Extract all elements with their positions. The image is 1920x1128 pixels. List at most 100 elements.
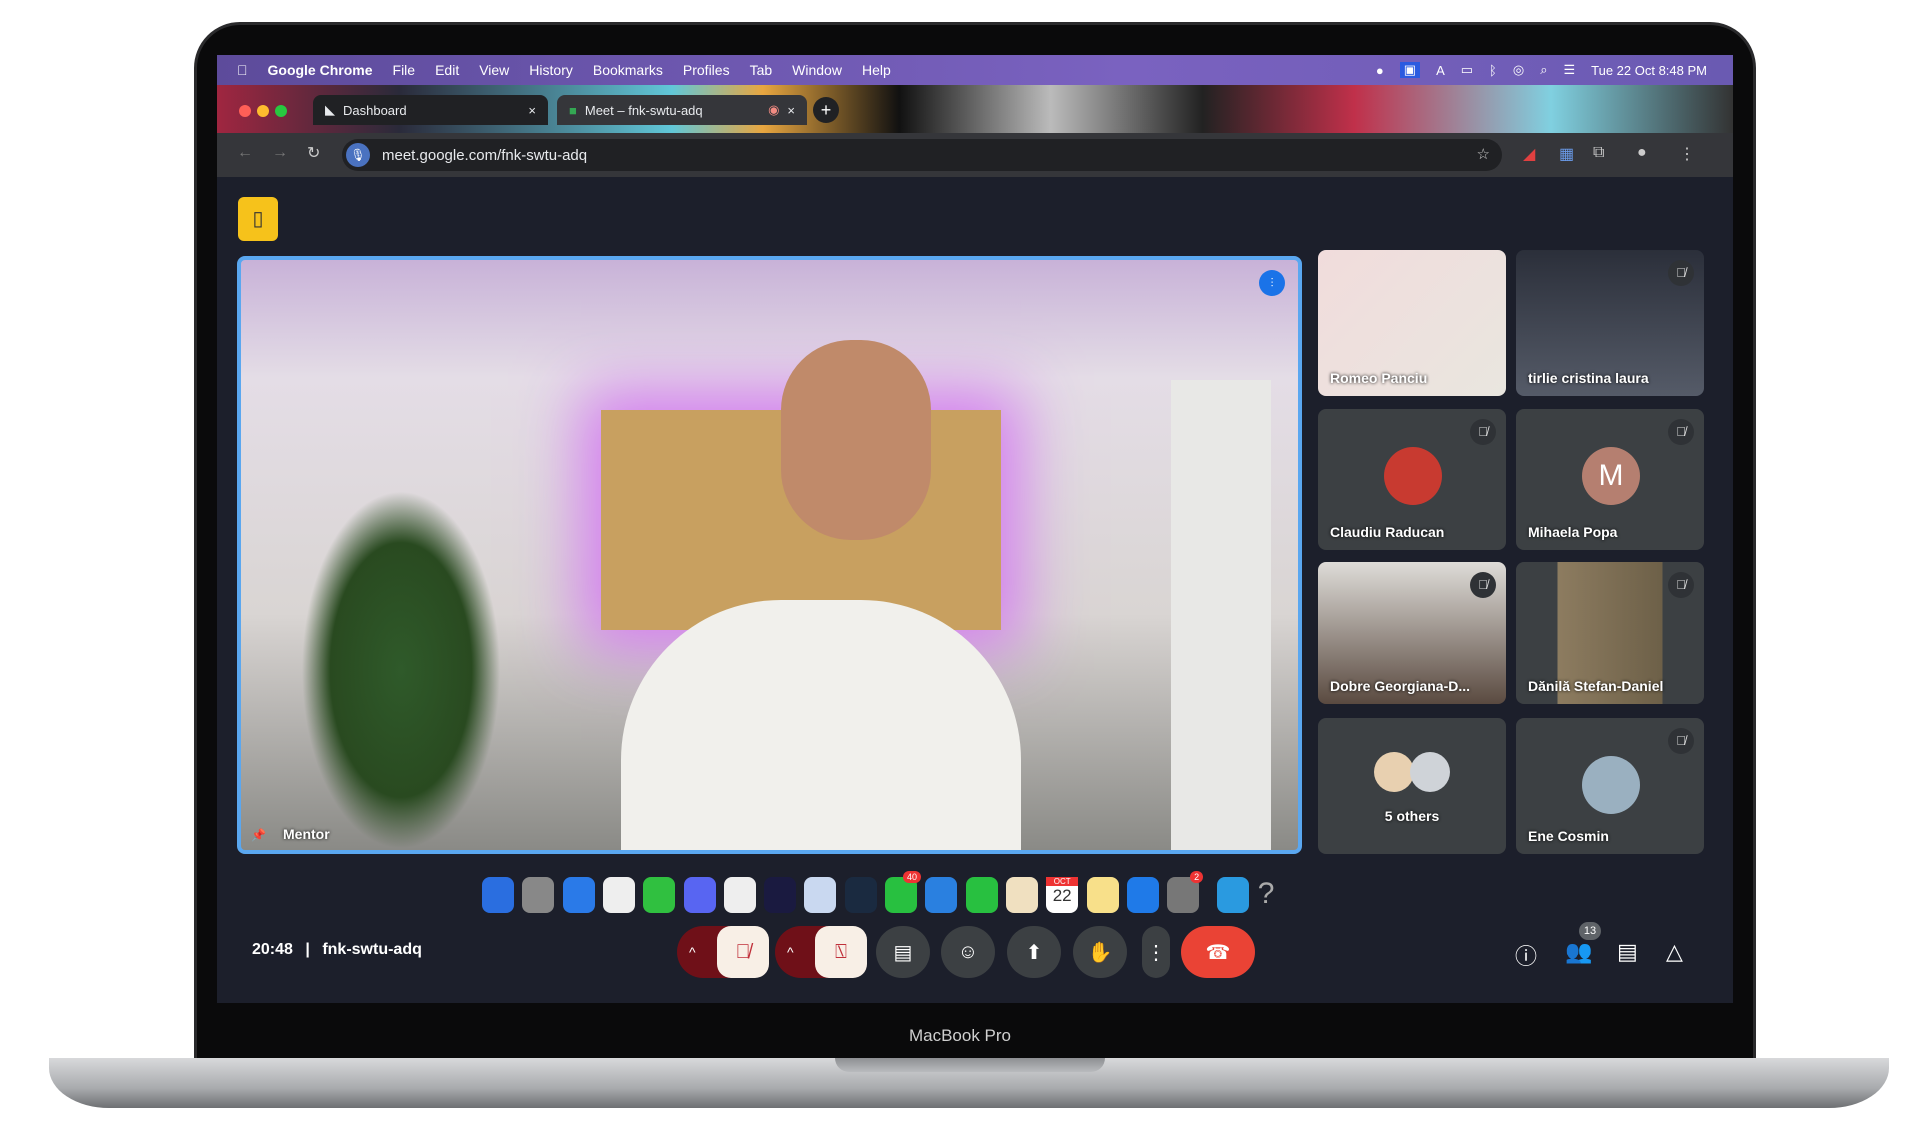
dock-app-facetime-icon[interactable] bbox=[965, 877, 998, 913]
dock-app-calendar-icon[interactable]: OCT 22 bbox=[1046, 877, 1079, 913]
close-tab-icon[interactable]: × bbox=[528, 103, 536, 118]
chat-icon[interactable]: ▤ bbox=[1617, 939, 1638, 965]
dock-app-whatsapp-icon[interactable]: 40 bbox=[885, 871, 921, 913]
extension-icon[interactable]: ◢ bbox=[1523, 144, 1535, 164]
raise-hand-button[interactable]: ✋ bbox=[1073, 926, 1127, 978]
clock[interactable]: Tue 22 Oct 8:48 PM bbox=[1591, 63, 1707, 78]
activities-icon[interactable]: △ bbox=[1666, 939, 1683, 965]
extensions-puzzle-icon[interactable]: ⧉ bbox=[1593, 144, 1604, 162]
maximize-window-button[interactable] bbox=[275, 105, 287, 117]
menu-window[interactable]: Window bbox=[792, 62, 842, 78]
tab-label: Dashboard bbox=[343, 102, 407, 118]
dock-app-photos-icon[interactable] bbox=[1005, 877, 1038, 913]
menu-app[interactable]: Google Chrome bbox=[268, 62, 373, 78]
mic-off-icon[interactable]: 🎙̸ bbox=[717, 926, 769, 978]
dock-app-files-icon[interactable] bbox=[1217, 877, 1250, 913]
translate-extension-icon[interactable]: ▦ bbox=[1559, 144, 1574, 164]
back-icon[interactable]: ← bbox=[237, 144, 253, 162]
reactions-button[interactable]: ☺ bbox=[941, 926, 995, 978]
dock-app-mail-icon[interactable] bbox=[925, 877, 958, 913]
battery-icon[interactable]: ▭ bbox=[1461, 62, 1473, 78]
camera-button-group[interactable]: ^ ⍂ bbox=[775, 926, 867, 978]
participant-tile[interactable]: 🎙̸ Claudiu Raducan bbox=[1318, 409, 1506, 550]
participant-tile[interactable]: 🎙̸ Ene Cosmin bbox=[1516, 718, 1704, 854]
camera-options-chevron-icon[interactable]: ^ bbox=[787, 944, 794, 960]
record-icon[interactable]: ● bbox=[1376, 63, 1384, 78]
profile-icon[interactable]: ● bbox=[1637, 144, 1647, 162]
participant-name: Dănilă Stefan-Daniel bbox=[1528, 678, 1664, 694]
dock-app-premiere-pro-icon[interactable] bbox=[764, 877, 797, 913]
menu-profiles[interactable]: Profiles bbox=[683, 62, 730, 78]
speaker-body bbox=[621, 600, 1021, 850]
control-center-icon[interactable]: ☰ bbox=[1563, 62, 1575, 78]
mic-muted-icon: 🎙̸ bbox=[1668, 419, 1694, 445]
dock-app-finder-icon[interactable] bbox=[482, 877, 514, 913]
menu-bookmarks[interactable]: Bookmarks bbox=[593, 62, 663, 78]
mic-button-group[interactable]: ^ 🎙̸ bbox=[677, 926, 769, 978]
plant bbox=[301, 490, 501, 850]
people-count-badge: 13 bbox=[1579, 922, 1601, 940]
address-bar[interactable]: 🎙 meet.google.com/fnk-swtu-adq ☆ bbox=[342, 139, 1502, 171]
apple-icon[interactable]:  bbox=[237, 62, 248, 78]
dock-app-photoshop-icon[interactable] bbox=[804, 877, 837, 913]
macos-menubar:  Google Chrome File Edit View History B… bbox=[217, 55, 1733, 85]
companion-mode-icon[interactable]: ▯ bbox=[238, 197, 278, 241]
dock-app-notes-icon[interactable] bbox=[1086, 877, 1119, 913]
dock-app-app-store-icon[interactable] bbox=[1126, 877, 1159, 913]
new-tab-button[interactable]: + bbox=[813, 97, 839, 123]
dock-app-discord-icon[interactable] bbox=[683, 877, 716, 913]
meeting-info: 20:48 | fnk-swtu-adq bbox=[252, 941, 422, 959]
close-tab-icon[interactable]: × bbox=[787, 103, 795, 118]
participant-name: 5 others bbox=[1384, 808, 1440, 824]
tab-dashboard[interactable]: ◣ Dashboard × bbox=[313, 95, 548, 125]
main-video-tile[interactable]: ⫶ 📌 Mentor bbox=[237, 256, 1302, 854]
minimize-window-button[interactable] bbox=[257, 105, 269, 117]
reload-icon[interactable]: ↻ bbox=[307, 143, 320, 163]
speaking-indicator-icon: ⫶ bbox=[1259, 270, 1285, 296]
participant-tile[interactable]: 5 others bbox=[1318, 718, 1506, 854]
leave-call-button[interactable]: ☎ bbox=[1181, 926, 1255, 978]
forward-icon[interactable]: → bbox=[272, 144, 288, 162]
dock-app-launchpad-icon[interactable] bbox=[522, 877, 555, 913]
participant-name: Mihaela Popa bbox=[1528, 524, 1618, 540]
mic-options-chevron-icon[interactable]: ^ bbox=[689, 944, 696, 960]
present-button[interactable]: ⬆ bbox=[1007, 926, 1061, 978]
participant-tile[interactable]: 🎙̸ tirlie cristina laura bbox=[1516, 250, 1704, 396]
avatar bbox=[1374, 752, 1414, 792]
participant-tile[interactable]: 🎙̸ Dobre Georgiana-D... bbox=[1318, 562, 1506, 704]
dock-app-lightroom-classic-icon[interactable] bbox=[844, 877, 877, 913]
participant-tile[interactable]: 🎙̸ Dănilă Stefan-Daniel bbox=[1516, 562, 1704, 704]
search-icon[interactable]: ⌕ bbox=[1540, 62, 1547, 78]
meeting-details-icon[interactable]: ⓘ bbox=[1515, 939, 1537, 971]
screen-share-icon[interactable]: ▣ bbox=[1399, 62, 1421, 78]
emoji-icon: ☺ bbox=[957, 940, 979, 963]
input-source-icon[interactable]: A bbox=[1436, 63, 1445, 78]
menu-file[interactable]: File bbox=[393, 62, 416, 78]
microphone-in-use-icon[interactable]: 🎙 bbox=[346, 143, 370, 167]
wifi-icon[interactable]: ◎ bbox=[1513, 62, 1524, 78]
dock-app-help-icon[interactable]: ? bbox=[1258, 877, 1290, 913]
dock-app-safari-icon[interactable] bbox=[562, 877, 595, 913]
menu-edit[interactable]: Edit bbox=[435, 62, 459, 78]
more-options-button[interactable]: ⋮ bbox=[1142, 926, 1170, 978]
mic-muted-icon: 🎙̸ bbox=[1470, 419, 1496, 445]
camera-off-icon[interactable]: ⍂ bbox=[815, 926, 867, 978]
browser-menu-icon[interactable]: ⋮ bbox=[1679, 144, 1695, 164]
tab-meet[interactable]: ■ Meet – fnk-swtu-adq ◉ × bbox=[557, 95, 807, 125]
captions-button[interactable]: ▤ bbox=[876, 926, 930, 978]
bluetooth-icon[interactable]: ᛒ bbox=[1489, 63, 1497, 78]
participant-tile[interactable]: M 🎙̸ Mihaela Popa bbox=[1516, 409, 1704, 550]
menu-history[interactable]: History bbox=[529, 62, 573, 78]
dock-app-system-settings-icon[interactable]: 2 bbox=[1167, 871, 1204, 913]
dock-app-capcut-icon[interactable] bbox=[723, 877, 756, 913]
dock-app-chrome-icon[interactable] bbox=[602, 877, 635, 913]
menu-view[interactable]: View bbox=[479, 62, 509, 78]
participant-tile[interactable]: Romeo Panciu bbox=[1318, 250, 1506, 396]
people-icon[interactable]: 👥 bbox=[1565, 939, 1592, 965]
pin-icon[interactable]: 📌 bbox=[251, 828, 266, 842]
bookmark-star-icon[interactable]: ☆ bbox=[1477, 145, 1490, 163]
menu-tab[interactable]: Tab bbox=[750, 62, 773, 78]
close-window-button[interactable] bbox=[239, 105, 251, 117]
dock-app-messages-icon[interactable] bbox=[643, 877, 676, 913]
menu-help[interactable]: Help bbox=[862, 62, 891, 78]
